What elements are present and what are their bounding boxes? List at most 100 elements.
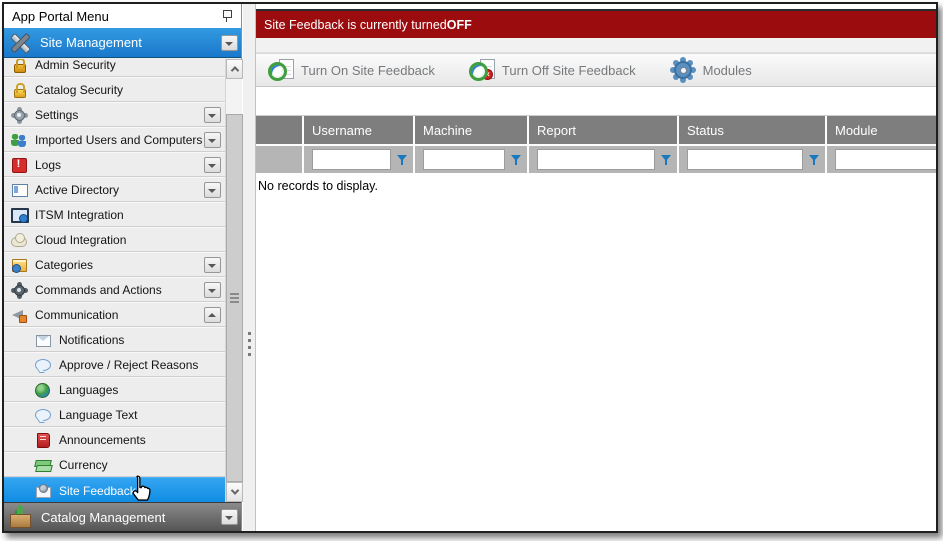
sidebar-item-announcements[interactable]: Announcements <box>4 427 225 452</box>
turn-off-site-feedback-button[interactable]: × Turn Off Site Feedback <box>465 56 640 84</box>
sidebar-item-commands-and-actions[interactable]: Commands and Actions <box>4 277 225 302</box>
sidebar-item-active-directory[interactable]: Active Directory <box>4 177 225 202</box>
chevron-icon[interactable] <box>204 132 221 148</box>
sidebar-section-catalog-management[interactable]: Catalog Management <box>4 502 241 531</box>
banner-gap <box>256 38 936 53</box>
filter-funnel-icon[interactable] <box>396 153 409 167</box>
main-panel: Site Feedback is currently turned OFF Tu… <box>256 4 936 531</box>
banner-state: OFF <box>447 18 472 32</box>
sidebar-scrollbar[interactable] <box>225 59 242 502</box>
chevron-down-icon[interactable] <box>221 35 238 51</box>
column-header-module[interactable]: Module <box>827 116 936 144</box>
bubble-icon <box>34 356 52 373</box>
scrollbar-thumb[interactable] <box>226 114 243 482</box>
users-icon <box>10 131 28 148</box>
card-icon <box>10 181 28 198</box>
grid-filter-row <box>256 144 936 173</box>
pin-icon[interactable] <box>221 8 233 24</box>
column-header-username[interactable]: Username <box>304 116 415 144</box>
globe-icon <box>34 381 52 398</box>
filter-input-status[interactable] <box>687 149 803 170</box>
filter-funnel-icon[interactable] <box>808 153 821 167</box>
geardark-icon <box>10 281 28 298</box>
cloud-icon <box>10 231 28 248</box>
log-icon <box>10 156 28 173</box>
sidebar-item-itsm-integration[interactable]: ITSM Integration <box>4 202 225 227</box>
chevron-icon[interactable] <box>204 282 221 298</box>
chevron-down-icon <box>230 486 238 494</box>
panel-splitter[interactable] <box>243 4 256 531</box>
chevron-icon[interactable] <box>204 157 221 173</box>
tools-icon <box>8 30 34 56</box>
sidebar-item-label: Commands and Actions <box>35 283 162 297</box>
lock2-icon <box>10 59 28 73</box>
chevron-up-icon <box>230 66 238 74</box>
clock-on-icon <box>268 58 295 82</box>
itsm-icon <box>10 206 28 223</box>
sidebar-section-site-management[interactable]: Site Management <box>4 28 241 58</box>
chevron-down-icon[interactable] <box>221 509 238 525</box>
sidebar-item-logs[interactable]: Logs <box>4 152 225 177</box>
feedback-icon <box>34 482 52 499</box>
sidebar-item-imported-users-and-computers[interactable]: Imported Users and Computers <box>4 127 225 152</box>
sidebar-item-approve-reject-reasons[interactable]: Approve / Reject Reasons <box>4 352 225 377</box>
sidebar-item-notifications[interactable]: Notifications <box>4 327 225 352</box>
sidebar-title: App Portal Menu <box>12 9 109 24</box>
chevron-icon[interactable] <box>204 307 221 323</box>
turn-on-site-feedback-button[interactable]: Turn On Site Feedback <box>264 56 439 84</box>
scroll-down-button[interactable] <box>226 482 243 502</box>
book-icon <box>34 431 52 448</box>
sidebar-item-languages[interactable]: Languages <box>4 377 225 402</box>
sidebar-item-label: Cloud Integration <box>35 233 126 247</box>
toolbar-button-label: Turn On Site Feedback <box>301 63 435 78</box>
sidebar-item-label: ITSM Integration <box>35 208 124 222</box>
banner-text: Site Feedback is currently turned <box>264 18 447 32</box>
gear-blue-icon <box>670 58 697 82</box>
sidebar-item-label: Notifications <box>59 333 124 347</box>
feedback-grid: UsernameMachineReportStatusModule No rec… <box>256 115 936 193</box>
toolbar: Turn On Site Feedback × Turn Off Site Fe… <box>256 53 936 87</box>
sidebar-item-language-text[interactable]: Language Text <box>4 402 225 427</box>
sidebar-item-label: Announcements <box>59 433 146 447</box>
sidebar-item-communication[interactable]: Communication <box>4 302 225 327</box>
money-icon <box>34 456 52 473</box>
sidebar-item-label: Imported Users and Computers <box>35 133 202 147</box>
modules-button[interactable]: Modules <box>666 56 756 84</box>
filter-funnel-icon[interactable] <box>510 153 523 167</box>
sidebar-item-categories[interactable]: Categories <box>4 252 225 277</box>
scroll-up-button[interactable] <box>226 59 243 79</box>
main-top-strip <box>256 4 936 11</box>
column-header-report[interactable]: Report <box>529 116 679 144</box>
filter-input-module[interactable] <box>835 149 936 170</box>
bubble-icon <box>34 406 52 423</box>
filter-input-username[interactable] <box>312 149 391 170</box>
chevron-icon[interactable] <box>204 107 221 123</box>
envelope-icon <box>34 331 52 348</box>
section-label: Site Management <box>40 35 142 50</box>
filter-cell-module <box>827 144 936 173</box>
app-portal-window: App Portal Menu Site Management Admin Se… <box>2 2 938 533</box>
sidebar-item-catalog-security[interactable]: Catalog Security <box>4 77 225 102</box>
sidebar-item-admin-security[interactable]: Admin Security <box>4 59 225 77</box>
filter-cell-username <box>304 144 415 173</box>
chevron-icon[interactable] <box>204 257 221 273</box>
sidebar-item-list: Admin Security Catalog Security Settings… <box>4 59 225 502</box>
sidebar-item-settings[interactable]: Settings <box>4 102 225 127</box>
sidebar-header: App Portal Menu <box>4 4 241 28</box>
sidebar-item-site-feedback[interactable]: Site Feedback <box>4 477 225 502</box>
sidebar-item-label: Site Feedback <box>59 484 136 498</box>
sidebar-item-cloud-integration[interactable]: Cloud Integration <box>4 227 225 252</box>
toolbar-button-label: Modules <box>703 63 752 78</box>
filter-input-report[interactable] <box>537 149 655 170</box>
toolbar-button-label: Turn Off Site Feedback <box>502 63 636 78</box>
splitter-grip-icon <box>248 332 251 335</box>
column-header-status[interactable]: Status <box>679 116 827 144</box>
package-box-icon <box>8 504 34 530</box>
sidebar-item-currency[interactable]: Currency <box>4 452 225 477</box>
filter-funnel-icon[interactable] <box>660 153 673 167</box>
gear-icon <box>10 106 28 123</box>
chevron-icon[interactable] <box>204 182 221 198</box>
filter-cell-blank <box>256 144 304 173</box>
column-header-machine[interactable]: Machine <box>415 116 529 144</box>
filter-input-machine[interactable] <box>423 149 505 170</box>
